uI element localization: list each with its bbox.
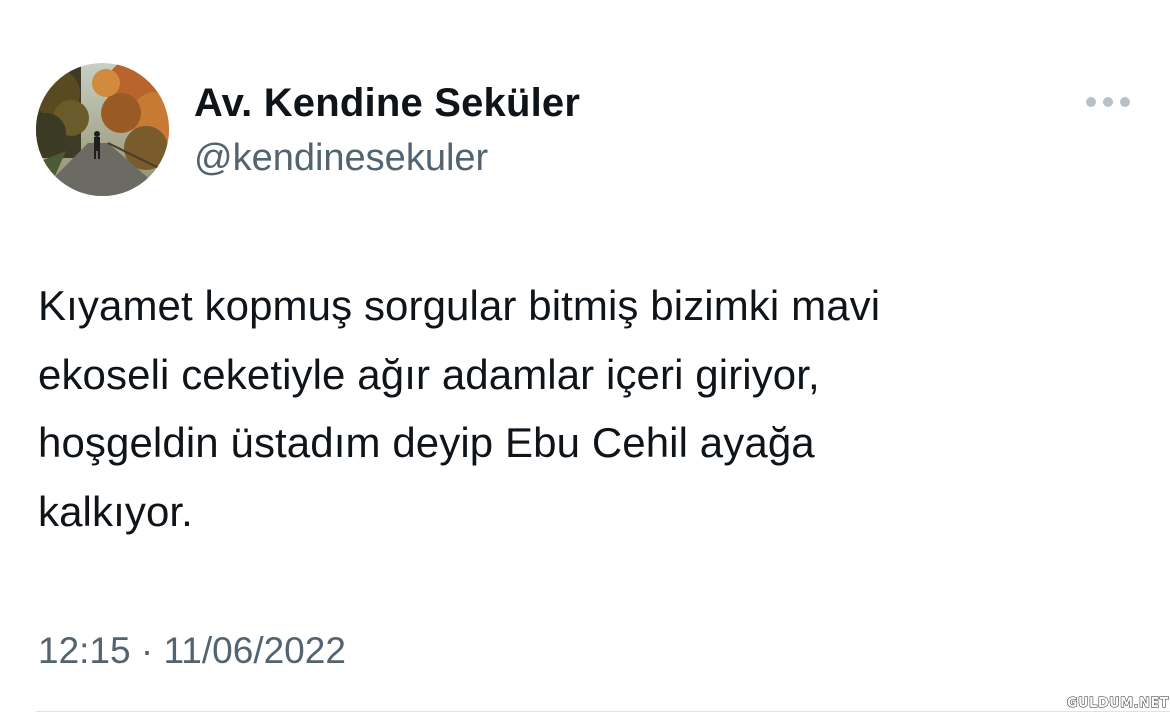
watermark-logo: GULDUM.NET [1066, 695, 1170, 711]
more-options-button[interactable] [1080, 88, 1136, 116]
tweet-text: Kıyamet kopmuş sorgular bitmiş bizimki m… [38, 282, 881, 535]
avatar-photo [36, 63, 169, 196]
tweet-timestamp[interactable]: 12:15 · 11/06/2022 [38, 624, 346, 678]
more-horizontal-icon [1086, 97, 1130, 107]
avatar[interactable] [36, 63, 169, 196]
author-display-name[interactable]: Av. Kendine Seküler [194, 78, 580, 128]
divider [36, 711, 1170, 712]
author-handle[interactable]: @kendinesekuler [194, 134, 488, 182]
